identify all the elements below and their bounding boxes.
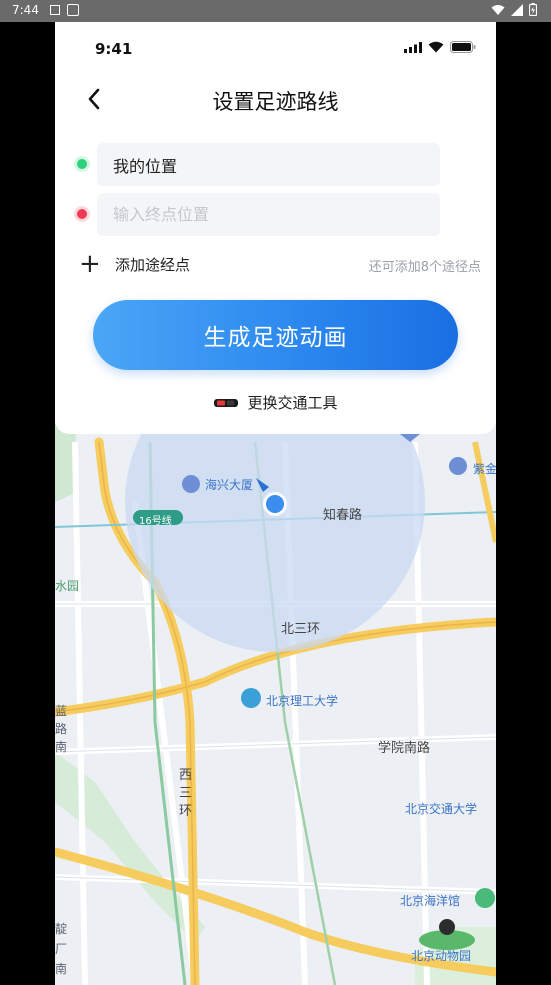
wifi-icon bbox=[428, 41, 444, 53]
change-transport-button[interactable]: 更换交通工具 bbox=[55, 392, 496, 413]
wifi-icon bbox=[491, 4, 505, 15]
map-label-west-third-ring: 西三环 bbox=[179, 768, 193, 819]
waypoint-hint: 还可添加8个途径点 bbox=[368, 260, 481, 275]
system-time: 7:44 bbox=[12, 3, 39, 17]
map-label-nan2: 南 bbox=[55, 962, 68, 976]
mail-notification-icon bbox=[67, 4, 79, 16]
add-waypoint-button[interactable]: + 添加途经点 bbox=[79, 251, 190, 277]
inner-status-indicators bbox=[404, 41, 476, 53]
end-location-input[interactable] bbox=[97, 193, 440, 236]
route-settings-card: 9:41 设置足迹路线 + 添加途经点 还可添加8个途径点 生成足迹动画 bbox=[55, 22, 496, 434]
start-point-icon bbox=[77, 159, 87, 169]
plus-icon: + bbox=[79, 249, 101, 279]
map-label-zoo: 北京动物园 bbox=[411, 949, 472, 963]
app-screen: 海兴大厦 16号线 知春路 水园 北三环 北京理工大学 学院南路 西三环 北京交… bbox=[55, 22, 496, 985]
end-point-icon bbox=[77, 209, 87, 219]
map-label-zhichun-road: 知春路 bbox=[323, 508, 363, 523]
map-label-nan: 南 bbox=[55, 740, 68, 754]
map-label-dian: 靛 bbox=[55, 922, 68, 936]
map-label-shuiyuan: 水园 bbox=[55, 579, 80, 593]
inner-status-time: 9:41 bbox=[95, 40, 133, 58]
map-label-bjtu: 北京交通大学 bbox=[405, 802, 478, 816]
map-label-north-third-ring: 北三环 bbox=[281, 622, 321, 637]
inner-status-bar: 9:41 bbox=[55, 22, 496, 72]
car-icon bbox=[214, 398, 239, 407]
map-label-aquarium: 北京海洋馆 bbox=[400, 894, 461, 908]
map-label-lan: 蓝 bbox=[55, 704, 68, 718]
change-transport-label: 更换交通工具 bbox=[247, 394, 338, 412]
generate-animation-button[interactable]: 生成足迹动画 bbox=[93, 300, 458, 370]
cellular-icon bbox=[404, 41, 422, 53]
signal-icon bbox=[511, 3, 523, 16]
start-location-input[interactable] bbox=[97, 143, 440, 186]
system-indicators bbox=[491, 3, 537, 16]
map-label-bit: 北京理工大学 bbox=[266, 694, 339, 708]
notification-icon bbox=[50, 5, 60, 15]
map-label-chang: 厂 bbox=[55, 942, 68, 956]
map-label-zijin: 紫金 bbox=[473, 462, 496, 476]
battery-icon bbox=[529, 3, 537, 16]
page-title: 设置足迹路线 bbox=[212, 90, 339, 114]
battery-icon bbox=[450, 41, 476, 53]
system-status-bar: 7:44 bbox=[0, 0, 551, 22]
map-label-xueyuan-south-road: 学院南路 bbox=[378, 741, 431, 756]
add-waypoint-label: 添加途经点 bbox=[115, 255, 191, 274]
map-label-line16: 16号线 bbox=[139, 516, 172, 527]
map-label-lu: 路 bbox=[55, 722, 68, 736]
map-label-haixing: 海兴大厦 bbox=[205, 478, 254, 492]
